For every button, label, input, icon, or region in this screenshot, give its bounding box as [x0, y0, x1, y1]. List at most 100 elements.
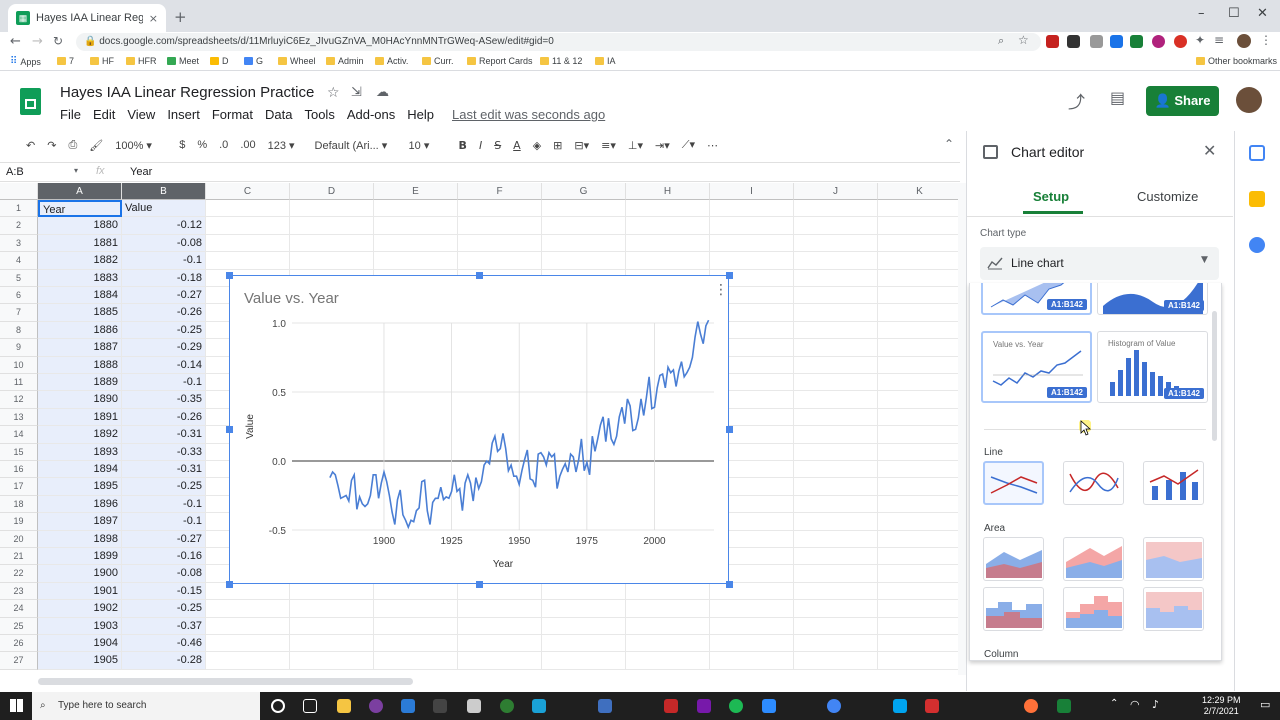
- empty-cell[interactable]: [794, 652, 878, 670]
- bookmark-admin[interactable]: Admin: [326, 56, 364, 66]
- empty-cell[interactable]: [206, 652, 290, 670]
- sheets-logo-icon[interactable]: [20, 88, 41, 115]
- paint-format-icon[interactable]: 🖌: [83, 139, 109, 152]
- empty-cell[interactable]: [794, 356, 878, 374]
- empty-cell[interactable]: [374, 217, 458, 235]
- cell[interactable]: -0.08: [122, 234, 206, 253]
- cell[interactable]: 1881: [38, 234, 122, 253]
- empty-cell[interactable]: [626, 635, 710, 653]
- empty-cell[interactable]: [206, 234, 290, 253]
- cell[interactable]: 1904: [38, 635, 122, 653]
- cell[interactable]: -0.27: [122, 530, 206, 548]
- row-header[interactable]: 15: [0, 443, 38, 461]
- column-header-d[interactable]: D: [290, 183, 374, 200]
- cell[interactable]: 1899: [38, 548, 122, 566]
- empty-cell[interactable]: [710, 252, 794, 270]
- empty-cell[interactable]: [374, 200, 458, 218]
- bookmark-curr[interactable]: Curr.: [422, 56, 454, 66]
- empty-cell[interactable]: [542, 200, 626, 218]
- empty-cell[interactable]: [878, 583, 958, 601]
- select-all-corner[interactable]: [0, 183, 38, 200]
- empty-cell[interactable]: [794, 408, 878, 427]
- empty-cell[interactable]: [794, 635, 878, 653]
- acrobat-icon[interactable]: [925, 699, 939, 713]
- name-box-dropdown-icon[interactable]: ▾: [74, 166, 78, 175]
- file-explorer-icon[interactable]: [337, 699, 351, 713]
- empty-cell[interactable]: [878, 600, 958, 618]
- cell[interactable]: -0.33: [122, 443, 206, 461]
- empty-cell[interactable]: [458, 582, 542, 601]
- cell[interactable]: 1889: [38, 374, 122, 392]
- bookmark-report-cards[interactable]: Report Cards: [467, 56, 533, 66]
- row-header[interactable]: 26: [0, 635, 38, 653]
- terminal-icon[interactable]: [433, 699, 447, 713]
- empty-cell[interactable]: [878, 478, 958, 496]
- empty-cell[interactable]: [878, 565, 958, 583]
- back-icon[interactable]: ←: [10, 34, 21, 49]
- empty-cell[interactable]: [794, 269, 878, 287]
- empty-cell[interactable]: [878, 200, 958, 218]
- bookmark-hfr[interactable]: HFR: [126, 56, 157, 66]
- print-icon[interactable]: ⎙: [62, 138, 83, 152]
- empty-cell[interactable]: [626, 617, 710, 635]
- empty-cell[interactable]: [710, 652, 794, 670]
- empty-cell[interactable]: [794, 234, 878, 253]
- empty-cell[interactable]: [878, 461, 958, 479]
- row-header[interactable]: 21: [0, 548, 38, 566]
- cell[interactable]: 1895: [38, 478, 122, 496]
- spotify-icon[interactable]: [729, 699, 743, 713]
- empty-cell[interactable]: [290, 234, 374, 253]
- tab-customize[interactable]: Customize: [1137, 189, 1198, 204]
- resize-handle[interactable]: [226, 272, 233, 279]
- empty-cell[interactable]: [794, 321, 878, 340]
- empty-cell[interactable]: [878, 374, 958, 392]
- zoom-select[interactable]: 100% ▾: [109, 139, 173, 152]
- cell[interactable]: 1902: [38, 600, 122, 618]
- app3-icon[interactable]: [500, 699, 514, 713]
- empty-cell[interactable]: [458, 200, 542, 218]
- drive-ext-icon[interactable]: [1110, 35, 1123, 48]
- menu-view[interactable]: View: [127, 107, 155, 122]
- embedded-chart[interactable]: Value vs. Year ⋮ 1.0 0.5 0.0 -0.5 1900 1925 19…: [226, 272, 733, 588]
- vertical-align-icon[interactable]: ⊥▾: [622, 139, 649, 152]
- empty-cell[interactable]: [374, 635, 458, 653]
- bookmark-wheel[interactable]: Wheel: [278, 56, 316, 66]
- undo-icon[interactable]: ↶: [20, 139, 41, 152]
- cell[interactable]: -0.15: [122, 582, 206, 601]
- cell[interactable]: -0.08: [122, 565, 206, 583]
- empty-cell[interactable]: [626, 582, 710, 601]
- bookmark-ia[interactable]: IA: [595, 56, 616, 66]
- column-header-h[interactable]: H: [626, 183, 710, 200]
- volume-icon[interactable]: ♪: [1152, 698, 1159, 711]
- calendar-ext-icon[interactable]: [1046, 35, 1059, 48]
- url-bar[interactable]: 🔒 docs.google.com/spreadsheets/d/11Mrluy…: [76, 33, 1041, 51]
- share-button[interactable]: 👤 Share: [1146, 86, 1219, 116]
- tray-chevron-icon[interactable]: ⌃: [1110, 698, 1118, 709]
- cell[interactable]: -0.16: [122, 548, 206, 566]
- taskbar-search[interactable]: ⌕ Type here to search: [32, 692, 260, 720]
- cell[interactable]: -0.25: [122, 478, 206, 496]
- empty-cell[interactable]: [374, 582, 458, 601]
- empty-cell[interactable]: [206, 600, 290, 618]
- cell[interactable]: -0.46: [122, 635, 206, 653]
- empty-cell[interactable]: [878, 287, 958, 305]
- menu-insert[interactable]: Insert: [167, 107, 200, 122]
- vscode-icon[interactable]: [401, 699, 415, 713]
- cell[interactable]: 1880: [38, 217, 122, 235]
- chart-option-100-area[interactable]: [1143, 537, 1204, 581]
- menu-data[interactable]: Data: [265, 107, 292, 122]
- empty-cell[interactable]: [794, 304, 878, 322]
- column-header-a[interactable]: A: [38, 183, 122, 200]
- resize-handle[interactable]: [476, 272, 483, 279]
- cloud-status-icon[interactable]: ☁: [376, 85, 389, 100]
- menu-file[interactable]: File: [60, 107, 81, 122]
- strikethrough-icon[interactable]: S: [488, 139, 507, 152]
- empty-cell[interactable]: [794, 495, 878, 514]
- row-header[interactable]: 20: [0, 530, 38, 548]
- cell[interactable]: -0.29: [122, 339, 206, 357]
- empty-cell[interactable]: [878, 548, 958, 566]
- empty-cell[interactable]: [290, 635, 374, 653]
- browser-tab[interactable]: ▦ Hayes IAA Linear Regression Prac ×: [8, 4, 166, 32]
- cell[interactable]: 1887: [38, 339, 122, 357]
- bookmark-star-icon[interactable]: ☆: [1018, 33, 1029, 47]
